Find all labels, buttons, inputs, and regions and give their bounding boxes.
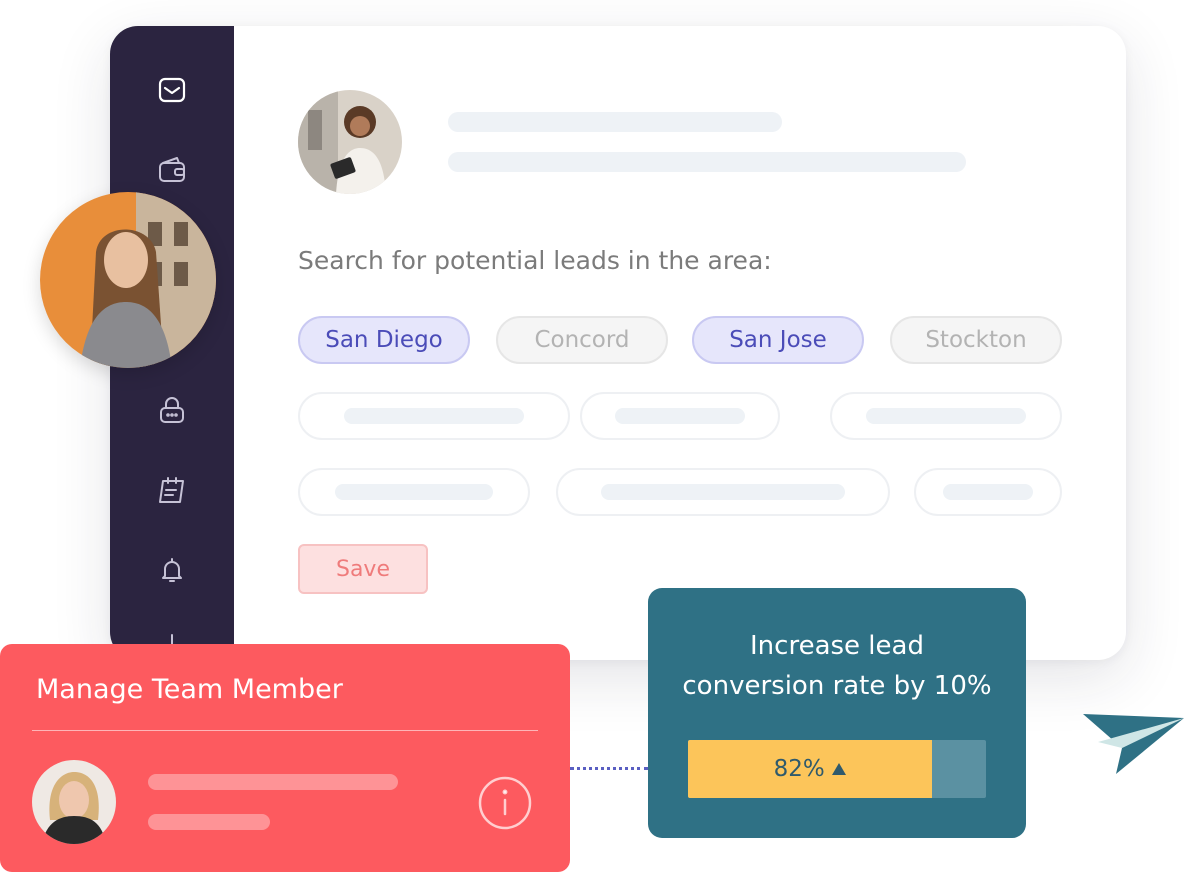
name-placeholder — [448, 112, 782, 132]
progress-bar: 82% — [688, 740, 986, 798]
progress-fill: 82% — [688, 740, 933, 798]
info-icon[interactable] — [478, 776, 532, 830]
team-member-avatar — [40, 192, 216, 368]
chip-stockton[interactable]: Stockton — [890, 316, 1062, 364]
chip-placeholder[interactable] — [580, 392, 780, 440]
chip-san-jose[interactable]: San Jose — [692, 316, 864, 364]
up-triangle-icon — [831, 763, 846, 775]
member-name-placeholder — [148, 774, 398, 790]
member-avatar — [32, 760, 116, 844]
chip-placeholder[interactable] — [830, 392, 1062, 440]
goal-text: Increase lead conversion rate by 10% — [648, 626, 1026, 706]
goal-card: Increase lead conversion rate by 10% 82% — [648, 588, 1026, 838]
manage-team-card: Manage Team Member — [0, 644, 570, 872]
wallet-icon[interactable] — [156, 154, 188, 186]
profile-photo — [298, 90, 402, 194]
manage-title: Manage Team Member — [36, 674, 343, 705]
divider — [32, 730, 538, 731]
lead-search-card: Search for potential leads in the area: … — [110, 26, 1126, 660]
chip-placeholder[interactable] — [298, 468, 530, 516]
chip-placeholder[interactable] — [298, 392, 570, 440]
chip-san-diego[interactable]: San Diego — [298, 316, 470, 364]
chip-placeholder[interactable] — [556, 468, 890, 516]
goal-line-2: conversion rate by 10% — [682, 671, 992, 701]
chip-placeholder[interactable] — [914, 468, 1062, 516]
progress-label: 82% — [773, 756, 825, 782]
chip-concord[interactable]: Concord — [496, 316, 668, 364]
detail-placeholder — [448, 152, 966, 172]
search-prompt: Search for potential leads in the area: — [298, 246, 772, 275]
paper-plane-icon — [1080, 710, 1186, 780]
inbox-icon[interactable] — [156, 74, 188, 106]
connector-line — [570, 767, 648, 770]
bell-icon[interactable] — [156, 554, 188, 586]
goal-line-1: Increase lead — [750, 631, 924, 661]
calendar-icon[interactable] — [156, 474, 188, 506]
save-button[interactable]: Save — [298, 544, 428, 594]
member-role-placeholder — [148, 814, 270, 830]
lock-icon[interactable] — [156, 394, 188, 426]
